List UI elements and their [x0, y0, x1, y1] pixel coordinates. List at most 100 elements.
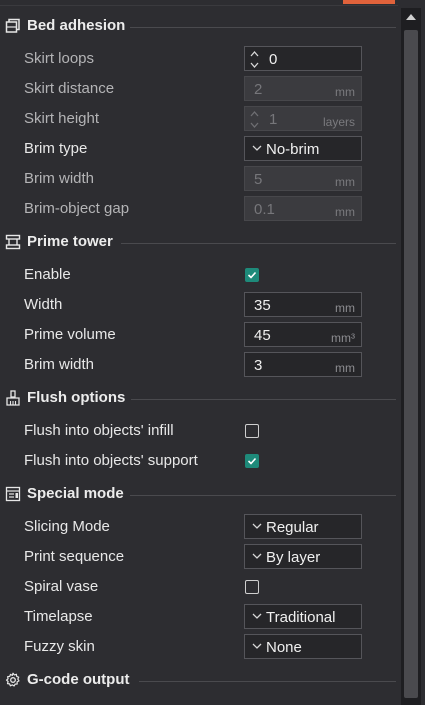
row-brim-type: Brim type No-brim — [0, 134, 400, 164]
prime-tower-width-field[interactable]: 35 mm — [244, 292, 362, 317]
section-header-special-mode[interactable]: Special mode — [0, 482, 400, 508]
brim-width-field[interactable]: 5 mm — [244, 166, 362, 191]
section-header-prime-tower[interactable]: Prime tower — [0, 230, 400, 256]
spin-up-icon[interactable] — [250, 50, 259, 58]
unit-label: mm — [335, 175, 355, 189]
skirt-distance-label: Skirt distance — [24, 80, 115, 97]
section-header-bed-adhesion[interactable]: Bed adhesion — [0, 14, 400, 40]
flush-support-checkbox[interactable] — [245, 454, 259, 468]
print-sequence-label: Print sequence — [24, 548, 125, 565]
row-fuzzy-skin: Fuzzy skin None — [0, 632, 400, 662]
brim-width-value: 3 — [254, 357, 263, 374]
checkmark-icon — [247, 457, 257, 465]
scroll-up-arrow-icon[interactable] — [406, 14, 416, 20]
skirt-distance-value: 2 — [254, 81, 263, 98]
top-divider — [0, 5, 398, 6]
spin-down-icon[interactable] — [250, 121, 259, 129]
brim-type-value: No-brim — [266, 141, 320, 158]
row-brim-width: Brim width 5 mm — [0, 164, 400, 194]
print-sequence-dropdown[interactable]: By layer — [244, 544, 362, 569]
row-timelapse: Timelapse Traditional — [0, 602, 400, 632]
fuzzy-skin-dropdown[interactable]: None — [244, 634, 362, 659]
timelapse-label: Timelapse — [24, 608, 93, 625]
section-divider — [121, 243, 396, 244]
flush-brush-icon — [6, 390, 20, 406]
row-slicing-mode: Slicing Mode Regular — [0, 512, 400, 542]
chevron-down-icon — [252, 613, 262, 619]
section-header-gcode-output[interactable]: G-code output — [0, 668, 400, 694]
scrollbar-thumb[interactable] — [404, 30, 418, 698]
flush-infill-checkbox[interactable] — [245, 424, 259, 438]
row-flush-infill: Flush into objects' infill — [0, 416, 400, 446]
row-print-sequence: Print sequence By layer — [0, 542, 400, 572]
spin-up-icon[interactable] — [250, 110, 259, 118]
chevron-down-icon — [252, 643, 262, 649]
enable-checkbox[interactable] — [245, 268, 259, 282]
skirt-loops-value: 0 — [269, 51, 278, 68]
section-divider — [131, 399, 396, 400]
timelapse-value: Traditional — [266, 609, 336, 626]
spin-buttons[interactable] — [250, 49, 260, 69]
unit-label: mm — [335, 85, 355, 99]
width-value: 35 — [254, 297, 271, 314]
prime-volume-field[interactable]: 45 mm³ — [244, 322, 362, 347]
fuzzy-skin-label: Fuzzy skin — [24, 638, 95, 655]
section-divider — [130, 495, 396, 496]
checkmark-icon — [247, 271, 257, 279]
row-skirt-height: Skirt height 1 layers — [0, 104, 400, 134]
print-sequence-value: By layer — [266, 549, 321, 566]
active-tab-indicator — [343, 0, 395, 4]
row-prime-volume: Prime volume 45 mm³ — [0, 320, 400, 350]
section-title: G-code output — [27, 671, 130, 688]
slicing-mode-label: Slicing Mode — [24, 518, 110, 535]
flush-infill-label: Flush into objects' infill — [24, 422, 174, 439]
brim-width-label: Brim width — [24, 356, 95, 373]
spin-buttons[interactable] — [250, 109, 260, 129]
brim-object-gap-label: Brim-object gap — [24, 200, 130, 217]
vertical-scrollbar[interactable] — [401, 8, 421, 705]
row-skirt-distance: Skirt distance 2 mm — [0, 74, 400, 104]
row-prime-tower-brim-width: Brim width 3 mm — [0, 350, 400, 380]
prime-volume-value: 45 — [254, 327, 271, 344]
width-label: Width — [24, 296, 63, 313]
spiral-vase-checkbox[interactable] — [245, 580, 259, 594]
brim-width-value: 5 — [254, 171, 263, 188]
prime-tower-icon — [5, 234, 21, 250]
row-flush-support: Flush into objects' support — [0, 446, 400, 476]
brim-object-gap-field[interactable]: 0.1 mm — [244, 196, 362, 221]
skirt-loops-spinbox[interactable]: 0 — [244, 46, 362, 71]
row-prime-tower-enable: Enable — [0, 260, 400, 290]
brim-width-label: Brim width — [24, 170, 95, 187]
skirt-height-label: Skirt height — [24, 110, 100, 127]
spin-down-icon[interactable] — [250, 61, 259, 69]
enable-label: Enable — [24, 266, 71, 283]
skirt-height-value: 1 — [269, 111, 278, 128]
brim-type-dropdown[interactable]: No-brim — [244, 136, 362, 161]
prime-volume-label: Prime volume — [24, 326, 116, 343]
timelapse-dropdown[interactable]: Traditional — [244, 604, 362, 629]
row-brim-object-gap: Brim-object gap 0.1 mm — [0, 194, 400, 224]
section-header-flush-options[interactable]: Flush options — [0, 386, 400, 412]
unit-label: mm³ — [331, 331, 355, 345]
gear-icon — [5, 672, 20, 687]
skirt-distance-field[interactable]: 2 mm — [244, 76, 362, 101]
section-title: Flush options — [27, 389, 126, 406]
bed-adhesion-icon — [5, 18, 20, 33]
row-spiral-vase: Spiral vase — [0, 572, 400, 602]
section-divider — [139, 681, 396, 682]
section-title: Prime tower — [27, 233, 113, 250]
prime-tower-brim-width-field[interactable]: 3 mm — [244, 352, 362, 377]
unit-label: layers — [322, 115, 355, 129]
unit-label: mm — [335, 361, 355, 375]
slicing-mode-value: Regular — [266, 519, 319, 536]
chevron-down-icon — [252, 145, 262, 151]
row-skirt-loops: Skirt loops 0 — [0, 44, 400, 74]
skirt-height-spinbox[interactable]: 1 layers — [244, 106, 362, 131]
section-divider — [130, 27, 396, 28]
brim-type-label: Brim type — [24, 140, 88, 157]
unit-label: mm — [335, 205, 355, 219]
row-prime-tower-width: Width 35 mm — [0, 290, 400, 320]
chevron-down-icon — [252, 553, 262, 559]
skirt-loops-label: Skirt loops — [24, 50, 95, 67]
slicing-mode-dropdown[interactable]: Regular — [244, 514, 362, 539]
